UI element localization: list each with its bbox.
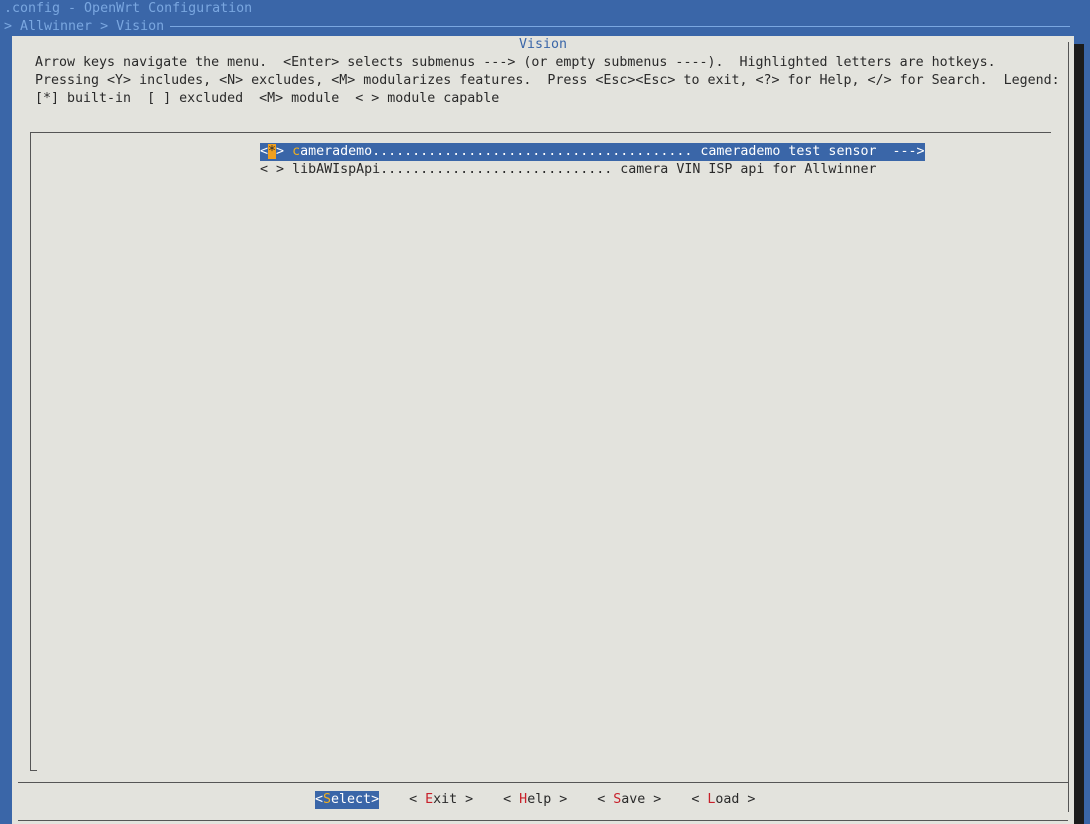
menu-list-box: <*> camerademo..........................…: [30, 132, 1051, 771]
select-button-close: >: [371, 792, 380, 807]
load-button-label: oad: [715, 792, 740, 807]
save-button-close: >: [645, 792, 662, 807]
dialog-right-border: [1068, 42, 1069, 812]
load-button-open: <: [691, 792, 708, 807]
breadcrumb-text: > Allwinner > Vision: [4, 19, 165, 34]
help-button[interactable]: < Help >: [503, 791, 567, 809]
exit-button-label: xit: [433, 792, 458, 807]
select-button-open: <: [315, 792, 324, 807]
menu-item-hotkey: c: [292, 144, 301, 159]
exit-button-open: <: [409, 792, 426, 807]
menuconfig-dialog: Vision Arrow keys navigate the menu. <En…: [12, 36, 1074, 824]
help-text-line-1: Arrow keys navigate the menu. <Enter> se…: [35, 55, 996, 70]
menu-item-label: libAWIspApi.............................…: [292, 162, 877, 177]
terminal-window: .config - OpenWrt Configuration > Allwin…: [0, 0, 1090, 824]
help-text-line-3: [*] built-in [ ] excluded <M> module < >…: [35, 91, 500, 106]
select-button-hotkey: S: [323, 792, 332, 807]
load-button-close: >: [739, 792, 756, 807]
help-button-hotkey: H: [519, 792, 528, 807]
menu-item-mark-open: <: [260, 144, 269, 159]
save-button-open: <: [597, 792, 614, 807]
menu-item-libawispapi[interactable]: < > libAWIspApi.........................…: [260, 161, 876, 179]
breadcrumb-rule: [170, 25, 1071, 27]
menu-bottom-divider: [18, 782, 1068, 783]
menu-item-mark-close: >: [276, 144, 285, 159]
help-button-label: elp: [527, 792, 552, 807]
help-text-line-2: Pressing <Y> includes, <N> excludes, <M>…: [35, 73, 1060, 88]
dialog-title: Vision: [518, 37, 568, 52]
select-button[interactable]: <Select>: [315, 791, 380, 809]
help-button-open: <: [503, 792, 520, 807]
button-bar: <Select> < Exit > < Help > < Save > < Load >: [315, 791, 785, 809]
menu-item-mark-value[interactable]: [268, 162, 276, 177]
breadcrumb: > Allwinner > Vision: [4, 18, 1090, 36]
window-title: .config - OpenWrt Configuration: [4, 1, 253, 16]
exit-button-hotkey: E: [425, 792, 434, 807]
save-button-label: ave: [621, 792, 646, 807]
menu-item-mark-open: <: [260, 162, 269, 177]
exit-button-close: >: [457, 792, 474, 807]
dialog-bottom-border: [18, 820, 1068, 821]
load-button[interactable]: < Load >: [691, 791, 755, 809]
help-button-close: >: [551, 792, 568, 807]
exit-button[interactable]: < Exit >: [409, 791, 473, 809]
menu-item-mark-value[interactable]: *: [268, 144, 277, 159]
menu-box-corner: [30, 762, 37, 771]
save-button[interactable]: < Save >: [597, 791, 661, 809]
menu-item-mark-close: >: [276, 162, 285, 177]
menu-item-label: amerademo...............................…: [300, 144, 925, 159]
dialog-shadow: [1074, 44, 1084, 824]
select-button-label: elect: [331, 792, 372, 807]
menu-item-camerademo[interactable]: <*> camerademo..........................…: [260, 143, 925, 161]
